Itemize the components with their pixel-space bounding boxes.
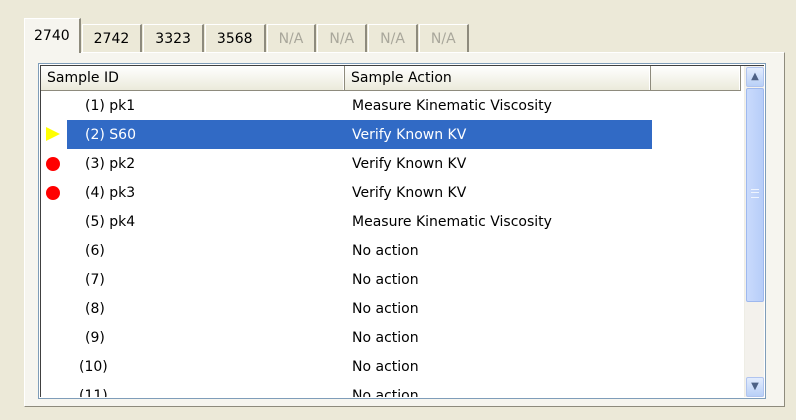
sample-id-cell: (9) [85, 329, 105, 346]
red-dot-icon [46, 186, 60, 200]
sample-id-cell: (10) [79, 358, 108, 375]
row-marker [41, 323, 67, 352]
sample-action-cell: No action [352, 300, 419, 317]
tab-panel: Sample ID Sample Action (1) pk1 Measure … [24, 52, 785, 407]
table-row[interactable]: (5) pk4 Measure Kinematic Viscosity [41, 207, 741, 236]
sample-action-cell: No action [352, 358, 419, 375]
sample-action-cell: Measure Kinematic Viscosity [352, 97, 552, 114]
sample-id-cell: (2) S60 [85, 126, 136, 143]
row-marker [41, 120, 67, 149]
table-row[interactable]: (3) pk2 Verify Known KV [41, 149, 741, 178]
sample-id-cell: (7) [85, 271, 105, 288]
sample-action-cell: Verify Known KV [352, 126, 467, 143]
column-header-empty[interactable] [651, 66, 741, 91]
table-row[interactable]: (9) No action [41, 323, 741, 352]
current-arrow-icon [46, 127, 60, 141]
sample-action-cell: No action [352, 387, 419, 398]
row-marker [41, 91, 67, 120]
table-row[interactable]: (4) pk3 Verify Known KV [41, 178, 741, 207]
sample-action-cell: Measure Kinematic Viscosity [352, 213, 552, 230]
sample-id-cell: (1) pk1 [85, 97, 136, 114]
sample-id-cell: (11) [79, 387, 108, 398]
tab-2742[interactable]: 2742 [81, 24, 143, 53]
table-row[interactable]: (6) No action [41, 236, 741, 265]
red-dot-icon [46, 157, 60, 171]
sample-action-cell: Verify Known KV [352, 184, 467, 201]
tab-na-1[interactable]: N/A [266, 24, 317, 53]
scroll-up-button[interactable]: ▲ [746, 67, 764, 87]
table-row[interactable]: (7) No action [41, 265, 741, 294]
scroll-down-button[interactable]: ▼ [746, 377, 764, 397]
tab-na-2[interactable]: N/A [317, 24, 368, 53]
sample-action-cell: No action [352, 271, 419, 288]
grip-icon [751, 189, 759, 198]
sample-action-cell: No action [352, 329, 419, 346]
table-row[interactable]: (10) No action [41, 352, 741, 381]
row-marker [41, 352, 67, 381]
table-row[interactable]: (11) No action [41, 381, 741, 398]
sample-action-cell: No action [352, 242, 419, 259]
table-row[interactable]: (2) S60 Verify Known KV [41, 120, 741, 149]
tab-na-4[interactable]: N/A [418, 24, 469, 53]
chevron-up-icon: ▲ [751, 71, 759, 82]
row-marker [41, 178, 67, 207]
sample-id-cell: (5) pk4 [85, 213, 136, 230]
tab-3323[interactable]: 3323 [143, 24, 204, 53]
scroll-thumb[interactable] [746, 88, 764, 302]
row-marker [41, 294, 67, 323]
chevron-down-icon: ▼ [751, 381, 759, 392]
row-marker [41, 207, 67, 236]
sample-tabs: 2740 2742 3323 3568 N/A N/A N/A N/A [24, 18, 470, 53]
row-marker [41, 149, 67, 178]
sample-list[interactable]: Sample ID Sample Action (1) pk1 Measure … [38, 63, 766, 399]
list-header: Sample ID Sample Action [41, 66, 741, 91]
row-marker [41, 381, 67, 397]
column-header-sample-action[interactable]: Sample Action [345, 66, 651, 91]
sample-list-body: Sample ID Sample Action (1) pk1 Measure … [40, 65, 764, 397]
sample-rows: (1) pk1 Measure Kinematic Viscosity (2) … [41, 91, 741, 397]
vertical-scrollbar[interactable]: ▲ ▼ [744, 66, 764, 397]
tab-na-3[interactable]: N/A [368, 24, 418, 53]
row-marker [41, 265, 67, 294]
sample-id-cell: (8) [85, 300, 105, 317]
table-row[interactable]: (8) No action [41, 294, 741, 323]
sample-id-cell: (3) pk2 [85, 155, 136, 172]
tab-2740[interactable]: 2740 [24, 18, 81, 53]
column-header-sample-id[interactable]: Sample ID [41, 66, 345, 91]
table-row[interactable]: (1) pk1 Measure Kinematic Viscosity [41, 91, 741, 120]
tab-3568[interactable]: 3568 [204, 24, 266, 53]
sample-id-cell: (4) pk3 [85, 184, 136, 201]
row-marker [41, 236, 67, 265]
sample-id-cell: (6) [85, 242, 105, 259]
sample-action-cell: Verify Known KV [352, 155, 467, 172]
